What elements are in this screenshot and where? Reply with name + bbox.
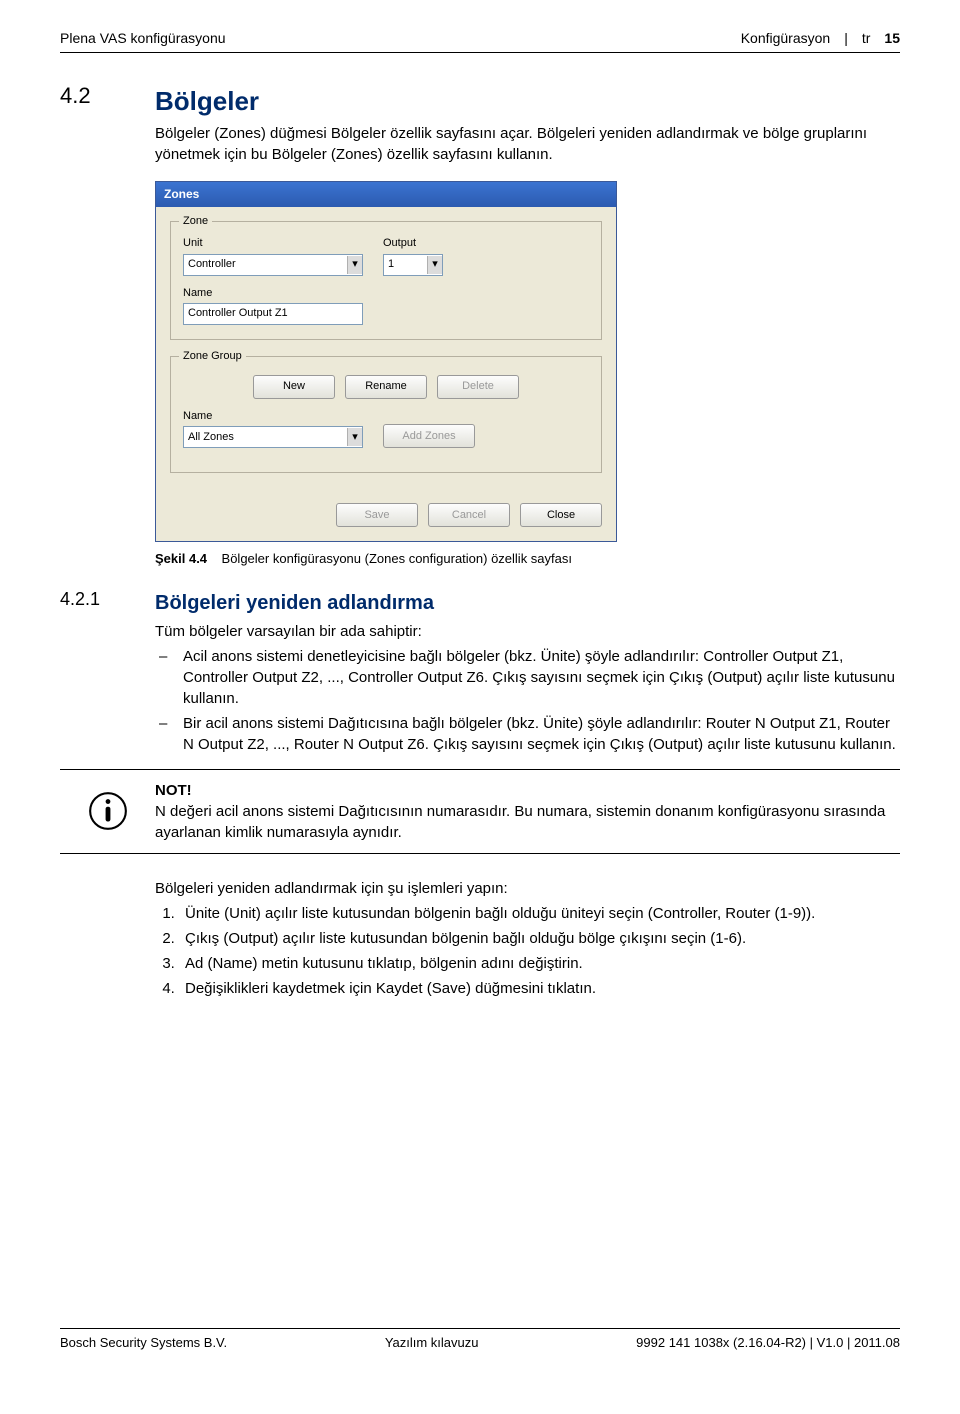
chevron-down-icon: ▾ xyxy=(347,256,362,274)
note-box: NOT! N değeri acil anons sistemi Dağıtıc… xyxy=(60,769,900,854)
header-lang: tr xyxy=(862,30,871,46)
label-unit: Unit xyxy=(183,236,363,251)
rename-button[interactable]: Rename xyxy=(345,375,427,399)
section-title: Bölgeler xyxy=(155,83,900,119)
step-item: Değişiklikleri kaydetmek için Kaydet (Sa… xyxy=(179,978,900,999)
unit-combobox[interactable]: Controller ▾ xyxy=(183,254,363,276)
subsection-title: Bölgeleri yeniden adlandırma xyxy=(155,589,900,617)
groupbox-title-zone: Zone xyxy=(179,214,212,229)
header-divider: | xyxy=(844,30,848,46)
groupname-value: All Zones xyxy=(188,430,234,445)
figure-caption: Şekil 4.4 Bölgeler konfigürasyonu (Zones… xyxy=(155,550,900,568)
note-text: N değeri acil anons sistemi Dağıtıcısını… xyxy=(155,803,885,841)
section-4-2: 4.2 Bölgeler Bölgeler (Zones) düğmesi Bö… xyxy=(60,83,900,569)
chevron-down-icon: ▾ xyxy=(427,256,442,274)
output-combobox[interactable]: 1 ▾ xyxy=(383,254,443,276)
step-item: Ünite (Unit) açılır liste kutusundan böl… xyxy=(179,903,900,924)
header-right: Konfigürasyon | tr 15 xyxy=(741,30,900,46)
rename-steps: Ünite (Unit) açılır liste kutusundan böl… xyxy=(155,903,900,999)
zone-name-value: Controller Output Z1 xyxy=(188,306,288,321)
label-output: Output xyxy=(383,236,443,251)
caption-label: Şekil 4.4 xyxy=(155,551,207,566)
groupbox-title-zonegroup: Zone Group xyxy=(179,349,246,364)
save-button[interactable]: Save xyxy=(336,503,418,527)
dialog-titlebar: Zones xyxy=(156,182,616,207)
default-names-list: Acil anons sistemi denetleyicisine bağlı… xyxy=(155,646,900,755)
label-group-name: Name xyxy=(183,409,363,424)
note-label: NOT! xyxy=(155,782,192,799)
label-name: Name xyxy=(183,286,363,301)
chevron-down-icon: ▾ xyxy=(347,428,362,446)
section-number: 4.2 xyxy=(60,83,155,569)
page-header: Plena VAS konfigürasyonu Konfigürasyon |… xyxy=(60,30,900,53)
caption-text: Bölgeler konfigürasyonu (Zones configura… xyxy=(222,551,572,566)
subsection-intro: Tüm bölgeler varsayılan bir ada sahiptir… xyxy=(155,621,900,642)
section-paragraph: Bölgeler (Zones) düğmesi Bölgeler özelli… xyxy=(155,123,900,165)
zones-dialog: Zones Zone Unit Controller ▾ xyxy=(155,181,617,542)
step-item: Çıkış (Output) açılır liste kutusundan b… xyxy=(179,928,900,949)
delete-button[interactable]: Delete xyxy=(437,375,519,399)
page-number: 15 xyxy=(884,30,900,46)
section-4-2-1: 4.2.1 Bölgeleri yeniden adlandırma Tüm b… xyxy=(60,589,900,1003)
addzones-button[interactable]: Add Zones xyxy=(383,424,475,448)
footer-center: Yazılım kılavuzu xyxy=(385,1335,479,1350)
header-left: Plena VAS konfigürasyonu xyxy=(60,30,226,46)
list-item: Bir acil anons sistemi Dağıtıcısına bağl… xyxy=(155,713,900,755)
zone-groupbox: Zone Unit Controller ▾ Output xyxy=(170,221,602,340)
output-value: 1 xyxy=(388,257,394,272)
zone-name-input[interactable]: Controller Output Z1 xyxy=(183,303,363,325)
header-section: Konfigürasyon xyxy=(741,30,831,46)
steps-intro: Bölgeleri yeniden adlandırmak için şu iş… xyxy=(155,878,900,899)
info-icon xyxy=(60,780,155,843)
zonegroup-groupbox: Zone Group New Rename Delete Name All Zo… xyxy=(170,356,602,473)
cancel-button[interactable]: Cancel xyxy=(428,503,510,527)
list-item: Acil anons sistemi denetleyicisine bağlı… xyxy=(155,646,900,709)
new-button[interactable]: New xyxy=(253,375,335,399)
groupname-combobox[interactable]: All Zones ▾ xyxy=(183,426,363,448)
page-footer: Bosch Security Systems B.V. Yazılım kıla… xyxy=(60,1328,900,1350)
step-item: Ad (Name) metin kutusunu tıklatıp, bölge… xyxy=(179,953,900,974)
close-button[interactable]: Close xyxy=(520,503,602,527)
footer-right: 9992 141 1038x (2.16.04-R2) | V1.0 | 201… xyxy=(636,1335,900,1350)
unit-value: Controller xyxy=(188,257,236,272)
footer-left: Bosch Security Systems B.V. xyxy=(60,1335,227,1350)
